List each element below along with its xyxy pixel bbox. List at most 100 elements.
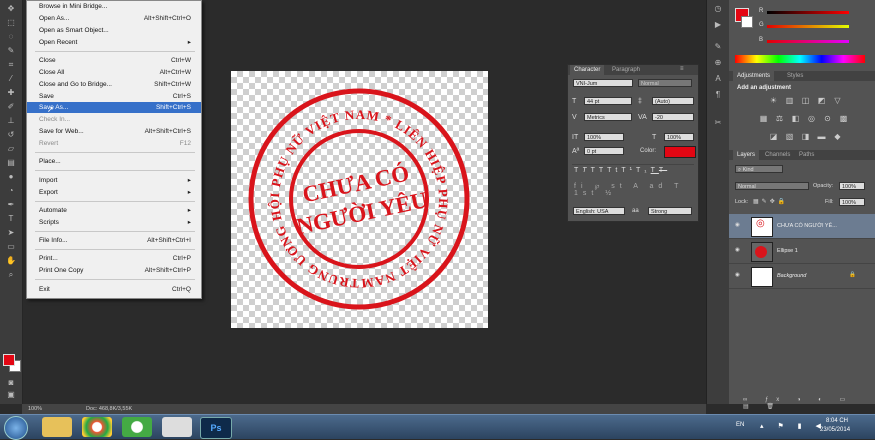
vertical-scale-field[interactable]: 100% bbox=[584, 133, 624, 141]
foreground-color-swatch[interactable] bbox=[3, 354, 15, 366]
threshold-adjustment-icon[interactable]: ◨ bbox=[801, 132, 810, 141]
vibrance-adjustment-icon[interactable]: ▽ bbox=[833, 96, 842, 105]
menu-item-import[interactable]: Import ▸ bbox=[27, 175, 201, 186]
app2-taskbar-icon[interactable] bbox=[162, 417, 192, 437]
menu-item-print[interactable]: Print... Ctrl+P bbox=[27, 253, 201, 264]
move-tool-icon[interactable]: ✥ bbox=[4, 4, 18, 14]
eyedropper-tool-icon[interactable]: ⁄ bbox=[4, 74, 18, 84]
visibility-eye-icon[interactable]: ◉ bbox=[735, 272, 740, 278]
brush-panel-icon[interactable]: ✎ bbox=[711, 42, 725, 52]
menu-item-close[interactable]: Close Ctrl+W bbox=[27, 55, 201, 66]
pen-tool-icon[interactable]: ✒ bbox=[4, 200, 18, 210]
curves-adjustment-icon[interactable]: ◫ bbox=[801, 96, 810, 105]
layer-row-background[interactable]: ◉ Background 🔒 bbox=[729, 264, 875, 289]
menu-item-open-smart-object[interactable]: Open as Smart Object... bbox=[27, 25, 201, 36]
color-panel-background[interactable] bbox=[741, 16, 753, 28]
clock-date[interactable]: 23/05/2014 bbox=[820, 427, 850, 433]
visibility-eye-icon[interactable]: ◉ bbox=[735, 247, 740, 253]
menu-item-browse-mini-bridge[interactable]: Browse in Mini Bridge... bbox=[27, 1, 201, 12]
quick-mask-icon[interactable]: ◙ bbox=[4, 378, 18, 388]
tab-character[interactable]: Character bbox=[570, 65, 605, 75]
antialias-select[interactable]: Strong bbox=[648, 207, 692, 215]
blend-mode-select[interactable]: Normal bbox=[735, 182, 809, 190]
visibility-eye-icon[interactable]: ◉ bbox=[735, 222, 740, 228]
menu-item-automate[interactable]: Automate ▸ bbox=[27, 205, 201, 216]
menu-item-scripts[interactable]: Scripts ▸ bbox=[27, 217, 201, 228]
tab-adjustments[interactable]: Adjustments bbox=[733, 71, 775, 81]
type-style-buttons[interactable]: TTTTTtT¹T₁TT bbox=[574, 167, 694, 177]
type-tool-icon[interactable]: T bbox=[4, 214, 18, 224]
photo-filter-adjustment-icon[interactable]: ◎ bbox=[807, 114, 816, 123]
tray-icons[interactable]: ▴ ⚑ ▮ ◀ bbox=[760, 422, 827, 430]
menu-item-open-as[interactable]: Open As... Alt+Shift+Ctrl+O bbox=[27, 13, 201, 24]
quick-select-tool-icon[interactable]: ✎ bbox=[4, 46, 18, 56]
shape-tool-icon[interactable]: ▭ bbox=[4, 242, 18, 252]
app-taskbar-icon[interactable] bbox=[122, 417, 152, 437]
menu-item-save[interactable]: Save Ctrl+S bbox=[27, 91, 201, 102]
hue-saturation-adjustment-icon[interactable]: ▦ bbox=[759, 114, 768, 123]
zoom-level[interactable]: 100% bbox=[28, 404, 42, 414]
menu-item-exit[interactable]: Exit Ctrl+Q bbox=[27, 284, 201, 295]
input-language[interactable]: EN bbox=[736, 422, 744, 428]
menu-item-print-one-copy[interactable]: Print One Copy Alt+Shift+Ctrl+P bbox=[27, 265, 201, 276]
menu-item-close-go-bridge[interactable]: Close and Go to Bridge... Shift+Ctrl+W bbox=[27, 79, 201, 90]
document-canvas[interactable]: TRUNG ƯƠNG HỘI PHỤ NỮ VIỆT NAM * LIÊN HI… bbox=[225, 59, 488, 328]
tab-paths[interactable]: Paths bbox=[795, 150, 818, 160]
menu-item-export[interactable]: Export ▸ bbox=[27, 187, 201, 198]
opacity-field[interactable]: 100% bbox=[839, 182, 865, 190]
brush-tool-icon[interactable]: ✐ bbox=[4, 102, 18, 112]
paragraph-panel-icon[interactable]: ¶ bbox=[711, 90, 725, 100]
start-button[interactable] bbox=[4, 416, 28, 440]
tab-paragraph[interactable]: Paragraph bbox=[608, 65, 644, 75]
leading-field[interactable]: (Auto) bbox=[652, 97, 694, 105]
horizontal-scale-field[interactable]: 100% bbox=[664, 133, 694, 141]
black-white-adjustment-icon[interactable]: ◧ bbox=[791, 114, 800, 123]
tab-styles[interactable]: Styles bbox=[783, 71, 807, 81]
levels-adjustment-icon[interactable]: ▥ bbox=[785, 96, 794, 105]
brightness-adjustment-icon[interactable]: ☀ bbox=[769, 96, 778, 105]
menu-item-check-in[interactable]: Check In... bbox=[27, 114, 201, 125]
tools-presets-icon[interactable]: ✂ bbox=[711, 118, 725, 128]
red-slider[interactable] bbox=[767, 11, 849, 14]
tracking-field[interactable]: -20 bbox=[652, 113, 694, 121]
color-spectrum-ramp[interactable] bbox=[735, 55, 865, 63]
lock-icons[interactable]: ▦✎✥🔒 bbox=[753, 198, 788, 205]
clone-stamp-tool-icon[interactable]: ⊥ bbox=[4, 116, 18, 126]
path-select-tool-icon[interactable]: ➤ bbox=[4, 228, 18, 238]
posterize-adjustment-icon[interactable]: ▧ bbox=[785, 132, 794, 141]
kerning-field[interactable]: Metrics bbox=[584, 113, 632, 121]
clone-source-icon[interactable]: ⊕ bbox=[711, 58, 725, 68]
marquee-tool-icon[interactable]: ⬚ bbox=[4, 18, 18, 28]
gradient-tool-icon[interactable]: ▤ bbox=[4, 158, 18, 168]
font-style-select[interactable]: Normal bbox=[638, 79, 692, 87]
color-lookup-adjustment-icon[interactable]: ▩ bbox=[839, 114, 848, 123]
hand-tool-icon[interactable]: ✋ bbox=[4, 256, 18, 266]
crop-tool-icon[interactable]: ⌗ bbox=[4, 60, 18, 70]
screen-mode-icon[interactable]: ▣ bbox=[4, 390, 18, 400]
eraser-tool-icon[interactable]: ▱ bbox=[4, 144, 18, 154]
blur-tool-icon[interactable]: ● bbox=[4, 172, 18, 182]
font-size-field[interactable]: 44 pt bbox=[584, 97, 632, 105]
language-select[interactable]: English: USA bbox=[573, 207, 625, 215]
tab-channels[interactable]: Channels bbox=[761, 150, 794, 160]
font-family-select[interactable]: VNI-Jum bbox=[573, 79, 633, 87]
menu-item-file-info[interactable]: File Info... Alt+Shift+Ctrl+I bbox=[27, 235, 201, 246]
menu-item-close-all[interactable]: Close All Alt+Ctrl+W bbox=[27, 67, 201, 78]
history-icon[interactable]: ◷ bbox=[711, 4, 725, 14]
exposure-adjustment-icon[interactable]: ◩ bbox=[817, 96, 826, 105]
tab-layers[interactable]: Layers bbox=[733, 150, 760, 160]
chrome-taskbar-icon[interactable] bbox=[82, 417, 112, 437]
color-balance-adjustment-icon[interactable]: ⚖ bbox=[775, 114, 784, 123]
history-brush-tool-icon[interactable]: ↺ bbox=[4, 130, 18, 140]
opentype-buttons[interactable]: fi ℘ st A ad T 1st ½ bbox=[574, 182, 694, 197]
text-color-swatch[interactable] bbox=[664, 146, 696, 158]
layers-footer-icons[interactable]: ∞ ƒx ◑ ◐ ▭ ▤ 🗑 bbox=[743, 396, 869, 410]
photoshop-taskbar-icon[interactable]: Ps bbox=[200, 417, 232, 439]
menu-item-open-recent[interactable]: Open Recent ▸ bbox=[27, 37, 201, 48]
zoom-tool-icon[interactable]: ⌕ bbox=[4, 270, 18, 280]
selective-color-adjustment-icon[interactable]: ◆ bbox=[833, 132, 842, 141]
panel-menu-icon[interactable]: ≡ bbox=[680, 66, 684, 72]
layer-row-ellipse[interactable]: ◉ Ellipse 1 bbox=[729, 239, 875, 264]
fill-field[interactable]: 100% bbox=[839, 198, 865, 206]
menu-item-place[interactable]: Place... bbox=[27, 156, 201, 167]
